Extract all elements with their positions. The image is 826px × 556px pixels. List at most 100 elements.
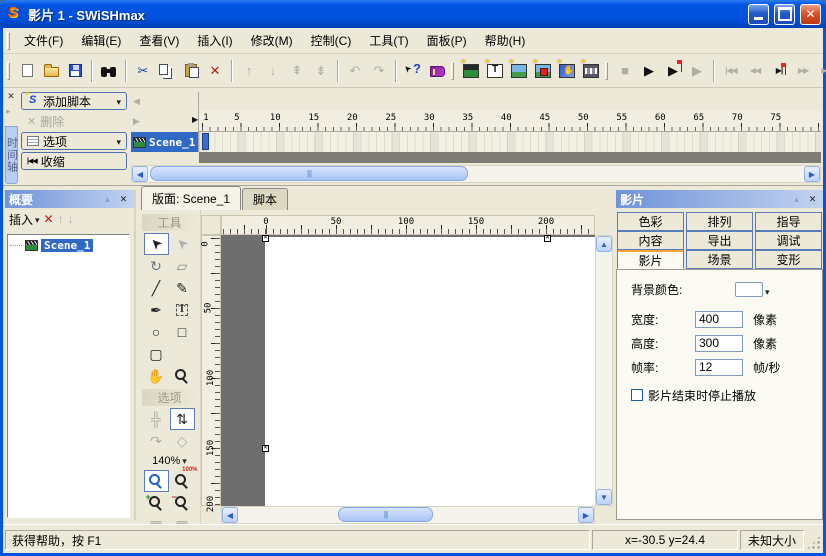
- menu-edit[interactable]: 编辑(E): [72, 29, 130, 52]
- zoom-tool[interactable]: [170, 365, 195, 387]
- frame-1-marker[interactable]: [202, 133, 209, 150]
- play-button[interactable]: ▶: [637, 59, 661, 82]
- timeline-layer-scene1[interactable]: Scene_1: [131, 132, 199, 152]
- context-help-button[interactable]: [401, 59, 425, 82]
- tab-export[interactable]: 导出: [686, 231, 753, 250]
- roundrect-tool[interactable]: ▢: [144, 343, 169, 365]
- toolbar-grip[interactable]: [7, 62, 10, 80]
- pen-tool[interactable]: ✒: [144, 299, 169, 321]
- maximize-button[interactable]: [774, 4, 795, 25]
- canvas-scroll-thumb[interactable]: [338, 507, 433, 522]
- collapse-button[interactable]: 收缩: [21, 152, 127, 170]
- zoom-in-tool[interactable]: +: [144, 492, 169, 514]
- copy-button[interactable]: [155, 59, 179, 82]
- menu-panels[interactable]: 面板(P): [418, 29, 476, 52]
- panel-close-icon[interactable]: [117, 193, 130, 206]
- options-button[interactable]: 选项: [21, 132, 127, 150]
- tab-scene[interactable]: 场景: [686, 250, 753, 269]
- menu-help[interactable]: 帮助(H): [476, 29, 535, 52]
- height-field[interactable]: [695, 335, 743, 352]
- insert-text-button[interactable]: [483, 59, 507, 82]
- zoom-out-tool[interactable]: −: [170, 492, 195, 514]
- new-button[interactable]: [15, 59, 39, 82]
- delete-button[interactable]: ✕: [203, 59, 227, 82]
- stage-handle[interactable]: [544, 235, 551, 242]
- bg-color-swatch[interactable]: [735, 282, 763, 297]
- scroll-right-icon[interactable]: [578, 507, 594, 523]
- playhead-icon[interactable]: [192, 115, 198, 124]
- framerate-field[interactable]: [695, 359, 743, 376]
- insert-sprite-button[interactable]: [555, 59, 579, 82]
- find-button[interactable]: [97, 59, 121, 82]
- tab-color[interactable]: 色彩: [617, 212, 684, 231]
- chevron-down-icon[interactable]: [765, 284, 770, 298]
- scroll-right-icon[interactable]: [804, 166, 820, 182]
- add-script-button[interactable]: 添加脚本: [21, 92, 127, 110]
- timeline-frame-ruler[interactable]: 151015202530354045505560657075: [199, 110, 821, 132]
- stage-handle[interactable]: [262, 445, 269, 452]
- line-tool[interactable]: ╱: [144, 277, 169, 299]
- tab-guide[interactable]: 指导: [755, 212, 822, 231]
- menu-file[interactable]: 文件(F): [15, 29, 72, 52]
- transform-tool[interactable]: ↻: [144, 255, 169, 277]
- tab-debug[interactable]: 调试: [755, 231, 822, 250]
- scroll-left-icon[interactable]: [132, 166, 148, 182]
- panel-collapse-icon[interactable]: [790, 193, 803, 206]
- ellipse-tool[interactable]: ○: [144, 321, 169, 343]
- resize-grip[interactable]: [806, 535, 821, 550]
- menu-view[interactable]: 查看(V): [130, 29, 188, 52]
- width-field[interactable]: [695, 311, 743, 328]
- scroll-left-icon[interactable]: [222, 507, 238, 523]
- timeline-vertical-tab[interactable]: 时间轴: [5, 126, 18, 184]
- menubar-grip[interactable]: [7, 32, 10, 50]
- insert-frames-button[interactable]: [579, 59, 603, 82]
- perspective-tool[interactable]: ▱: [170, 255, 195, 277]
- paste-button[interactable]: [179, 59, 203, 82]
- zoom-level-select[interactable]: 140%: [152, 455, 187, 467]
- zoom-window-tool[interactable]: [144, 470, 169, 492]
- play-to-marker-button[interactable]: ▶|: [767, 59, 791, 82]
- menu-modify[interactable]: 修改(M): [242, 29, 302, 52]
- minimize-button[interactable]: [748, 4, 769, 25]
- tab-script[interactable]: 脚本: [242, 188, 288, 210]
- tab-transform[interactable]: 变形: [755, 250, 822, 269]
- motion-path-tool[interactable]: ⇅: [170, 408, 195, 430]
- workspace[interactable]: [221, 235, 595, 506]
- menu-insert[interactable]: 插入(I): [188, 29, 241, 52]
- insert-image-button[interactable]: [507, 59, 531, 82]
- cut-button[interactable]: ✂: [131, 59, 155, 82]
- scroll-down-icon[interactable]: [596, 489, 612, 505]
- rect-tool[interactable]: □: [170, 321, 195, 343]
- outline-insert-button[interactable]: 插入: [9, 211, 40, 228]
- scroll-up-icon[interactable]: [596, 236, 612, 252]
- tree-item-scene1[interactable]: Scene_1: [10, 239, 127, 252]
- tab-movie[interactable]: 影片: [617, 250, 684, 269]
- stop-at-end-checkbox[interactable]: [631, 389, 643, 401]
- timeline-scroll-track[interactable]: [148, 166, 804, 182]
- pencil-tool[interactable]: ✎: [170, 277, 195, 299]
- panel-close-icon[interactable]: [806, 193, 819, 206]
- play-movie-button[interactable]: ▶: [661, 59, 685, 82]
- timeline-scroll-thumb[interactable]: [150, 166, 468, 181]
- select-tool[interactable]: ➤: [144, 233, 169, 255]
- pan-tool[interactable]: ✋: [144, 365, 169, 387]
- timeline-frames-row[interactable]: [199, 132, 821, 152]
- save-button[interactable]: [63, 59, 87, 82]
- movie-stage[interactable]: [265, 237, 595, 506]
- text-tool[interactable]: T: [170, 299, 195, 321]
- menu-tools[interactable]: 工具(T): [360, 29, 417, 52]
- open-button[interactable]: [39, 59, 63, 82]
- tab-arrange[interactable]: 排列: [686, 212, 753, 231]
- subselect-tool[interactable]: ➤: [170, 233, 195, 255]
- zoom-100-tool[interactable]: 100%: [170, 470, 195, 492]
- menu-control[interactable]: 控制(C): [302, 29, 361, 52]
- tab-content[interactable]: 内容: [617, 231, 684, 250]
- outline-delete-icon[interactable]: [44, 212, 54, 226]
- insert-button-button[interactable]: [531, 59, 555, 82]
- timeline-close-icon[interactable]: [5, 90, 17, 102]
- help-book-button[interactable]: [425, 59, 449, 82]
- insert-scene-button[interactable]: [459, 59, 483, 82]
- toolbar-grip[interactable]: [605, 62, 608, 80]
- panel-collapse-icon[interactable]: [101, 193, 114, 206]
- toolbar-grip[interactable]: [451, 62, 454, 80]
